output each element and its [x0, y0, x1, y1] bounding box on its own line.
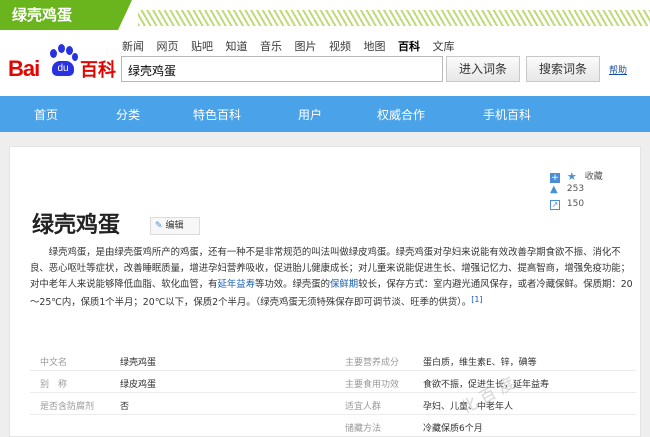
enter-entry-button[interactable]: 进入词条: [446, 56, 520, 82]
search-entry-button[interactable]: 搜索词条: [526, 56, 600, 82]
top-link-wenku[interactable]: 文库: [433, 38, 455, 54]
entry-tag-tail: [118, 0, 132, 30]
search-input[interactable]: 绿壳鸡蛋: [121, 56, 443, 82]
thumbs-up-icon[interactable]: ▲: [550, 185, 560, 195]
paw-icon: du: [48, 44, 78, 78]
info-value: 蛋白质，维生素E、锌，碘等: [423, 358, 537, 368]
top-link-baike[interactable]: 百科: [398, 38, 420, 54]
entry-tag: 绿壳鸡蛋: [0, 0, 118, 30]
info-label: 别 称: [40, 380, 68, 390]
like-count: 253: [566, 184, 585, 194]
top-link-music[interactable]: 音乐: [260, 38, 282, 54]
edit-label: 编辑: [165, 221, 184, 231]
top-links: 新闻 网页 贴吧 知道 音乐 图片 视频 地图 百科 文库: [122, 38, 464, 54]
top-banner: 绿壳鸡蛋: [0, 0, 650, 30]
nav-mobile[interactable]: 手机百科: [483, 106, 531, 123]
nav-authority[interactable]: 权威合作: [377, 106, 425, 123]
collect-label[interactable]: 收藏: [585, 172, 603, 182]
edit-button[interactable]: ✎ 编辑: [150, 217, 200, 235]
link-longevity[interactable]: 延年益寿: [218, 279, 256, 290]
info-value: 绿皮鸡蛋: [120, 380, 157, 390]
top-link-tieba[interactable]: 贴吧: [191, 38, 213, 54]
entry-tag-label: 绿壳鸡蛋: [12, 6, 73, 24]
top-link-video[interactable]: 视频: [329, 38, 351, 54]
info-label: 适宜人群: [345, 402, 382, 412]
logo-du-text: du: [52, 61, 74, 76]
star-icon[interactable]: ★: [567, 171, 578, 182]
entry-summary: 绿壳鸡蛋，是由绿壳蛋鸡所产的鸡蛋，还有一种不是非常规范的叫法叫做绿皮鸡蛋。绿壳鸡…: [30, 245, 634, 311]
info-label: 中文名: [40, 358, 68, 368]
like-row: ▲ 253: [550, 184, 584, 196]
link-shelf-life[interactable]: 保鲜期: [330, 279, 358, 290]
info-label: 是否含防腐剂: [40, 402, 95, 412]
share-count: 150: [566, 199, 585, 209]
main-nav: 首页 分类 特色百科 用户 权威合作 手机百科: [0, 96, 650, 132]
info-row: 储藏方法 冷藏保质6个月: [30, 417, 636, 437]
nav-categories[interactable]: 分类: [116, 106, 140, 123]
top-link-zhidao[interactable]: 知道: [226, 38, 248, 54]
info-label: 储藏方法: [345, 424, 382, 434]
top-link-web[interactable]: 网页: [157, 38, 179, 54]
info-row: 是否含防腐剂 否 适宜人群 孕妇、儿童、中老年人: [30, 395, 636, 415]
info-value: 冷藏保质6个月: [423, 424, 483, 434]
info-row: 中文名 绿壳鸡蛋 主要营养成分 蛋白质，维生素E、锌，碘等: [30, 351, 636, 371]
add-collect-row: + ★ 收藏: [550, 169, 603, 183]
info-value: 绿壳鸡蛋: [120, 358, 157, 368]
pencil-icon: ✎: [155, 221, 163, 231]
info-value: 否: [120, 402, 130, 412]
help-link[interactable]: 帮助: [609, 63, 627, 76]
decorative-stripes: [138, 10, 650, 26]
nav-home[interactable]: 首页: [34, 106, 58, 123]
share-icon[interactable]: ↗: [550, 200, 560, 210]
info-row: 别 称 绿皮鸡蛋 主要食用功效 食欲不振，促进生长，延年益寿: [30, 373, 636, 393]
info-label: 主要营养成分: [345, 358, 400, 368]
plus-icon[interactable]: +: [550, 173, 560, 183]
top-link-map[interactable]: 地图: [364, 38, 386, 54]
info-label: 主要食用功效: [345, 380, 400, 390]
top-link-news[interactable]: 新闻: [122, 38, 144, 54]
summary-text-2: 等功效。绿壳蛋的: [255, 278, 331, 290]
header: Bai du 百科 新闻 网页 贴吧 知道 音乐 图片 视频 地图 百科 文库 …: [0, 30, 650, 96]
top-link-images[interactable]: 图片: [295, 38, 317, 54]
entry-title: 绿壳鸡蛋: [32, 213, 121, 238]
nav-featured[interactable]: 特色百科: [193, 106, 241, 123]
nav-users[interactable]: 用户: [298, 106, 322, 123]
reference-link[interactable]: [1]: [471, 295, 482, 304]
page: 绿壳鸡蛋 Bai du 百科 新闻 网页 贴吧 知道 音乐 图片 视频 地图 百…: [0, 0, 650, 437]
logo-bai-text: Bai: [8, 56, 40, 81]
entry-card: + ★ 收藏 ▲ 253 ↗ 150 绿壳鸡蛋 ✎ 编辑 绿壳鸡蛋，是由绿壳蛋鸡所…: [9, 146, 641, 437]
share-row: ↗ 150: [550, 199, 584, 211]
logo-baike-text: 百科: [80, 60, 116, 81]
baidu-baike-logo[interactable]: Bai du 百科: [8, 44, 118, 84]
